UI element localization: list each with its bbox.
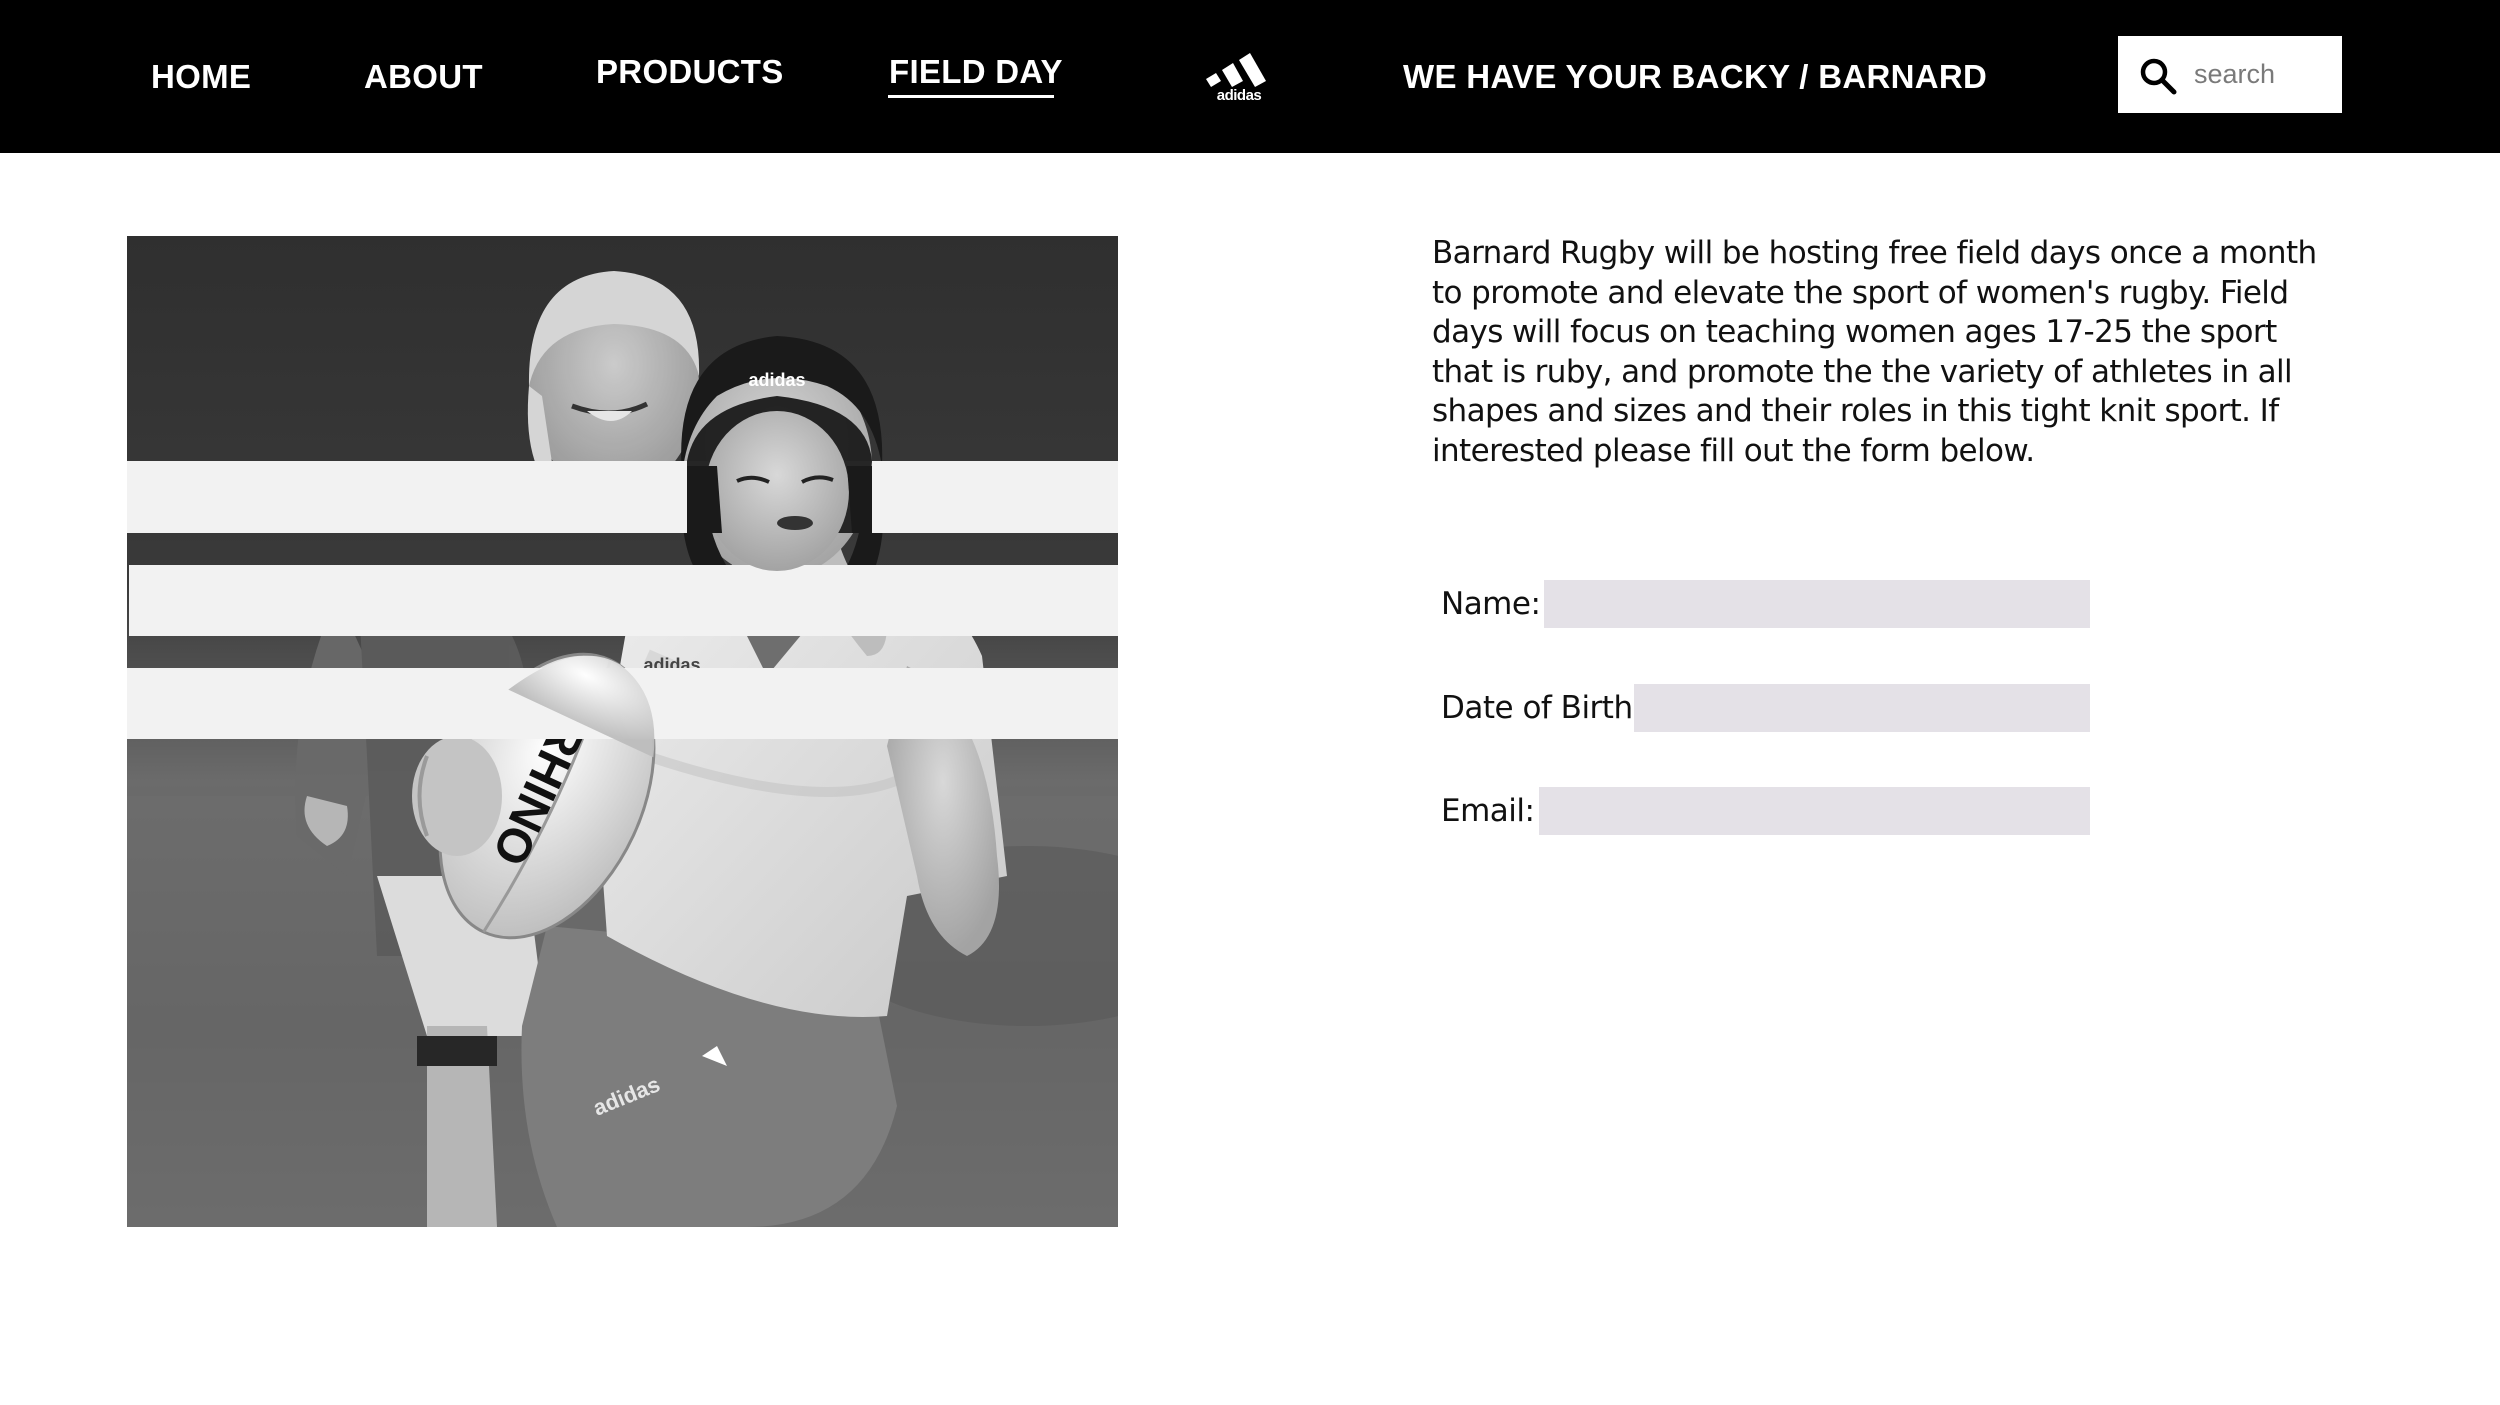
name-field[interactable] <box>1544 580 2090 628</box>
field-day-description: Barnard Rugby will be hosting free field… <box>1432 235 2317 469</box>
svg-text:adidas: adidas <box>748 370 805 390</box>
hero-photo-rugby-player: adidas adidas RHINO adidas <box>127 236 1118 1227</box>
adidas-logo-icon[interactable]: adidas <box>1198 46 1280 104</box>
nav-link-home[interactable]: HOME <box>151 60 251 93</box>
svg-text:adidas: adidas <box>1217 87 1262 102</box>
nav-link-products[interactable]: PRODUCTS <box>596 55 784 88</box>
date-of-birth-field[interactable] <box>1634 684 2090 732</box>
nav-link-about[interactable]: ABOUT <box>364 60 483 93</box>
search-box[interactable] <box>2118 36 2342 113</box>
date-of-birth-label: Date of Birth: <box>1441 690 1643 726</box>
email-field[interactable] <box>1539 787 2090 835</box>
nav-link-field-day[interactable]: FIELD DAY <box>889 55 1063 88</box>
email-label: Email: <box>1441 793 1535 829</box>
active-tab-underline <box>888 95 1054 98</box>
name-label: Name: <box>1441 586 1541 622</box>
search-icon[interactable] <box>2138 56 2178 96</box>
search-input[interactable] <box>2194 54 2334 94</box>
nav-link-tagline[interactable]: WE HAVE YOUR BACKY / BARNARD <box>1403 60 1987 93</box>
top-nav-bar: HOME ABOUT PRODUCTS FIELD DAY adidas WE … <box>0 0 2500 153</box>
